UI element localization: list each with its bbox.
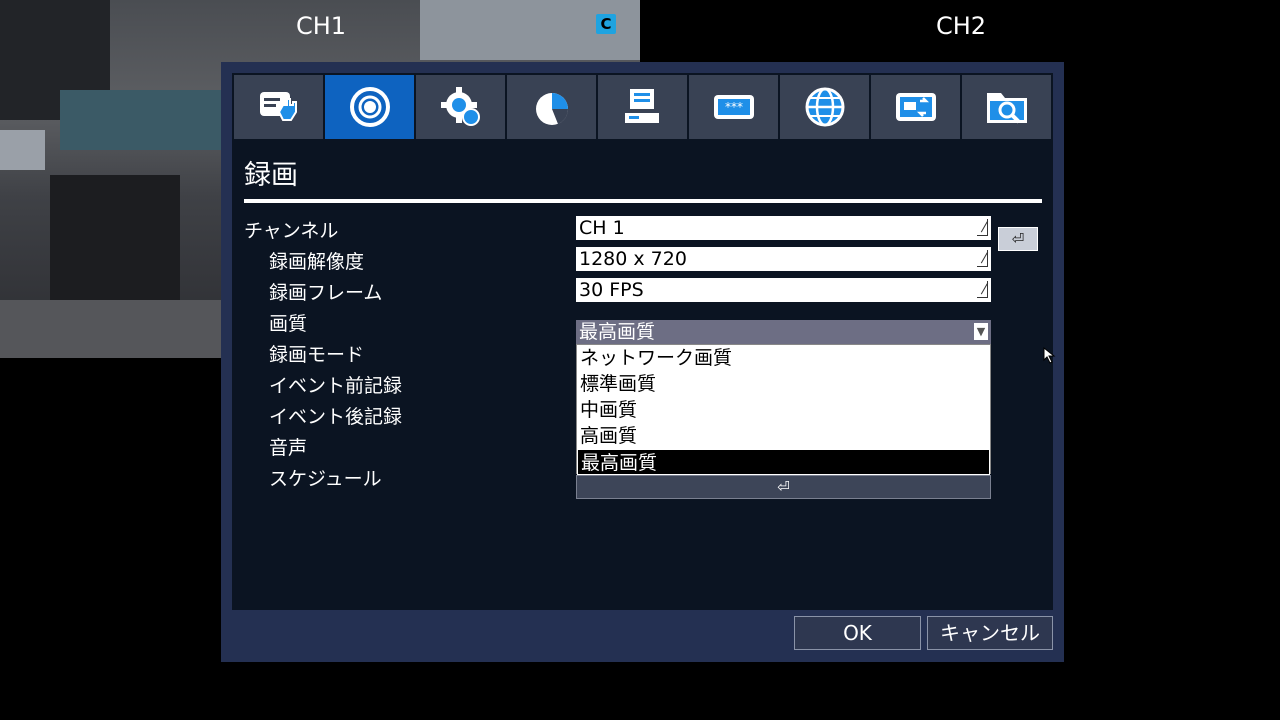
quality-label: 画質 [269, 313, 308, 335]
cancel-button[interactable]: キャンセル [927, 616, 1053, 650]
quality-option[interactable]: 中画質 [577, 397, 990, 423]
edit-icon [977, 219, 988, 236]
frame-rate-select[interactable]: 30 FPS [576, 278, 991, 302]
record-mode-label: 録画モード [269, 344, 365, 366]
channel-value: CH 1 [579, 217, 625, 239]
tab-storage[interactable] [871, 75, 960, 139]
channel-select[interactable]: CH 1 [576, 216, 991, 240]
tab-password[interactable]: *** [689, 75, 778, 139]
resolution-select[interactable]: 1280 x 720 [576, 247, 991, 271]
pie-chart-icon [535, 93, 568, 125]
tab-record[interactable] [325, 75, 414, 139]
resolution-value: 1280 x 720 [579, 248, 687, 270]
frame-rate-value: 30 FPS [579, 279, 644, 301]
settings-tab-bar: *** [234, 75, 1051, 139]
quality-value: 最高画質 [579, 321, 656, 343]
schedule-label: スケジュール [269, 468, 382, 490]
ch2-label: CH2 [936, 12, 987, 40]
settings-panel: *** 録画 チャンネル 録画解像度 録画フレーム 画質 録画モード イベント前… [232, 73, 1053, 610]
channel-label: チャンネル [244, 220, 339, 242]
ch1-label: CH1 [296, 12, 347, 40]
camera-status-icon: C [596, 14, 616, 34]
quality-option[interactable]: 標準画質 [577, 371, 990, 397]
storage-swap-icon [895, 93, 936, 121]
tab-display[interactable] [234, 75, 323, 139]
post-event-label: イベント後記録 [269, 406, 403, 428]
computer-icon [624, 89, 659, 123]
section-divider [244, 199, 1042, 203]
channel-copy-button[interactable]: ⏎ [998, 227, 1038, 251]
audio-label: 音声 [269, 437, 308, 459]
gear-icon [440, 87, 480, 126]
folder-search-icon [986, 93, 1027, 124]
section-title: 録画 [244, 160, 298, 191]
tab-statistics[interactable] [507, 75, 596, 139]
tab-device[interactable] [598, 75, 687, 139]
resolution-label: 録画解像度 [269, 251, 365, 273]
password-icon: *** [713, 95, 754, 119]
mouse-cursor-icon [1043, 347, 1056, 364]
ok-button[interactable]: OK [794, 616, 921, 650]
quality-option[interactable]: ネットワーク画質 [577, 345, 990, 371]
frame-rate-label: 録画フレーム [269, 282, 383, 304]
globe-icon [805, 87, 844, 127]
dropdown-arrow-icon[interactable]: ▼ [974, 323, 988, 340]
tab-system[interactable] [416, 75, 505, 139]
display-touch-icon [259, 92, 297, 121]
quality-option-selected[interactable]: 最高画質 [577, 449, 990, 475]
settings-dialog: *** 録画 チャンネル 録画解像度 録画フレーム 画質 録画モード イベント前… [221, 62, 1064, 662]
schedule-button[interactable]: ⏎ [576, 475, 991, 499]
svg-text:***: *** [725, 100, 743, 114]
pre-event-label: イベント前記録 [269, 375, 403, 397]
record-icon [349, 87, 390, 127]
edit-icon [977, 250, 988, 267]
edit-icon [977, 281, 988, 298]
quality-select[interactable]: 最高画質 ▼ [576, 320, 991, 344]
quality-dropdown-list: ネットワーク画質 標準画質 中画質 高画質 最高画質 [576, 344, 991, 475]
quality-option[interactable]: 高画質 [577, 423, 990, 449]
tab-search[interactable] [962, 75, 1051, 139]
tab-network[interactable] [780, 75, 869, 139]
